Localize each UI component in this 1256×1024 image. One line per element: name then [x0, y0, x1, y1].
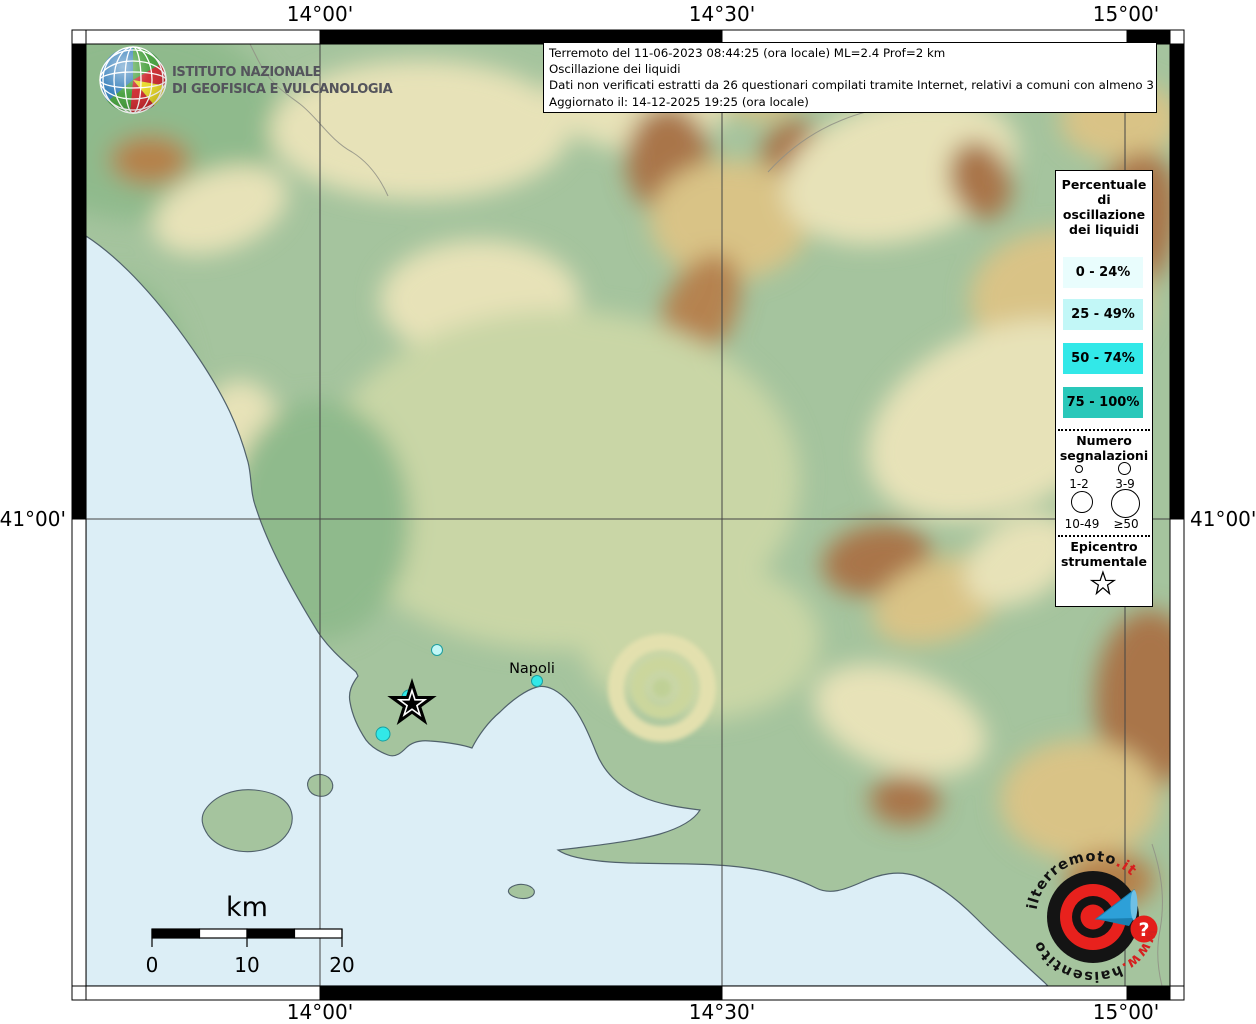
epicenter-star-icon [1089, 569, 1117, 601]
signal-dot [376, 727, 390, 741]
legend-signals-title: Numero segnalazioni [1056, 433, 1152, 463]
lon-label-bottom-15-00: 15°00' [1093, 1000, 1159, 1024]
legend-swatch-75-100: 75 - 100% [1063, 387, 1143, 418]
scale-tick-10: 10 [234, 953, 259, 977]
info-line-updated: Aggiornato il: 14-12-2025 19:25 (ora loc… [549, 94, 1151, 110]
ingv-name-line2: DI GEOFISICA E VULCANOLOGIA [172, 82, 393, 97]
info-line-source: Dati non verificati estratti da 26 quest… [549, 77, 1151, 93]
info-line-type: Oscillazione dei liquidi [549, 61, 1151, 77]
lon-label-top-14-30: 14°30' [689, 2, 755, 26]
lat-label-left-41-00: 41°00' [0, 507, 66, 531]
signal-size-label: 10-49 [1059, 517, 1105, 531]
lat-label-right-41-00: 41°00' [1190, 507, 1256, 531]
scale-tick-20: 20 [329, 953, 354, 977]
legend-divider [1058, 535, 1150, 537]
signal-size-icon-50 [1111, 489, 1140, 518]
legend-swatch-0-24: 0 - 24% [1063, 257, 1143, 288]
lon-label-top-14-00: 14°00' [287, 2, 353, 26]
legend-title: Percentuale di oscillazione dei liquidi [1056, 177, 1152, 237]
signal-size-label: 1-2 [1059, 477, 1099, 491]
map-page: ISTITUTO NAZIONALE DI GEOFISICA E VULCAN… [0, 0, 1256, 1024]
legend-swatch-25-49: 25 - 49% [1063, 299, 1143, 330]
lon-label-bottom-14-00: 14°00' [287, 1000, 353, 1024]
ingv-name-line1: ISTITUTO NAZIONALE [172, 65, 321, 80]
legend-box: Percentuale di oscillazione dei liquidi … [1055, 170, 1153, 607]
legend-swatch-50-74: 50 - 74% [1063, 343, 1143, 374]
signal-dot [532, 676, 543, 687]
legend-swatch-label: 75 - 100% [1067, 395, 1140, 410]
signal-size-icon-3-9 [1118, 462, 1131, 475]
map-area: ISTITUTO NAZIONALE DI GEOFISICA E VULCAN… [0, 20, 1205, 986]
legend-divider [1058, 429, 1150, 431]
legend-swatch-label: 50 - 74% [1071, 351, 1135, 366]
legend-epicenter-title: Epicentro strumentale [1056, 539, 1152, 569]
signal-size-icon-1-2 [1075, 465, 1083, 473]
legend-swatch-label: 25 - 49% [1071, 307, 1135, 322]
signal-dot [432, 645, 443, 656]
earthquake-info-box: Terremoto del 11-06-2023 08:44:25 (ora l… [543, 42, 1157, 113]
lon-label-bottom-14-30: 14°30' [689, 1000, 755, 1024]
lon-label-top-15-00: 15°00' [1093, 2, 1159, 26]
scale-tick-0: 0 [146, 953, 159, 977]
info-line-event: Terremoto del 11-06-2023 08:44:25 (ora l… [549, 45, 1151, 61]
signal-size-label: ≥50 [1106, 517, 1146, 531]
city-label-napoli: Napoli [509, 661, 555, 677]
legend-swatch-label: 0 - 24% [1076, 265, 1131, 280]
signal-size-icon-10-49 [1071, 491, 1093, 513]
scale-unit-label: km [226, 892, 268, 923]
